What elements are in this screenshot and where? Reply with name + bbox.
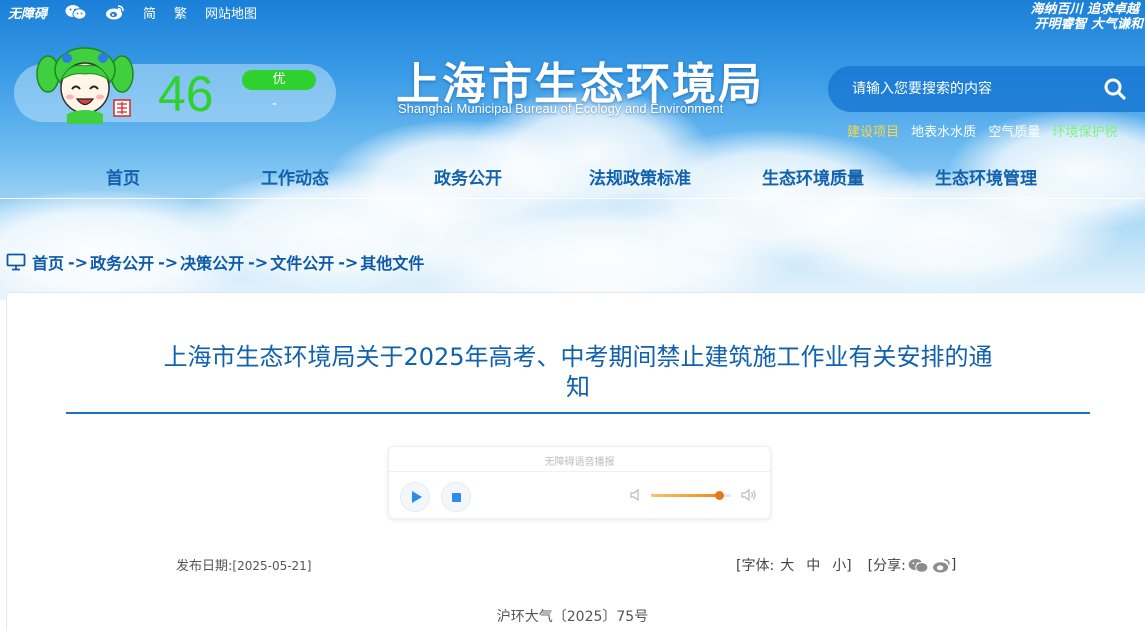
breadcrumb-document-disclosure[interactable]: 文件公开 xyxy=(270,250,334,274)
slogan-line-1: 海纳百川 追求卓越 xyxy=(1030,2,1139,17)
breadcrumb-government-affairs[interactable]: 政务公开 xyxy=(90,250,154,274)
volume-fill xyxy=(651,494,719,497)
sitemap-link[interactable]: 网站地图 xyxy=(205,3,257,22)
font-size-label: [字体: xyxy=(736,558,775,574)
publish-date-label: 发布日期: xyxy=(176,559,233,574)
breadcrumb-home[interactable]: 首页 xyxy=(32,250,64,274)
simplified-chinese-link[interactable]: 简 xyxy=(143,3,156,22)
share-close: ] xyxy=(950,557,957,573)
aqi-value: 46 xyxy=(158,66,214,122)
site-subtitle: Shanghai Municipal Bureau of Ecology and… xyxy=(398,101,724,116)
font-size-large[interactable]: 大 xyxy=(780,555,794,575)
article-title-line-1: 上海市生态环境局关于2025年高考、中考期间禁止建筑施工作业有关安排的通 xyxy=(163,343,993,371)
font-size-medium[interactable]: 中 xyxy=(806,555,820,575)
quick-links: 建设项目 地表水水质 空气质量 环境保护税 xyxy=(847,121,1125,140)
nav-work-news[interactable]: 工作动态 xyxy=(261,164,329,189)
nav-environment-quality[interactable]: 生态环境质量 xyxy=(762,164,864,189)
share-wechat-icon[interactable] xyxy=(908,558,929,573)
article-title-line-2: 知 xyxy=(566,373,590,401)
search-box xyxy=(828,66,1145,112)
publish-date: 发布日期:[2025-05-21] xyxy=(176,555,312,574)
monitor-icon xyxy=(6,253,26,271)
slogan-line-2: 开明睿智 大气谦和 xyxy=(1034,17,1143,32)
nav-government-affairs[interactable]: 政务公开 xyxy=(434,164,502,189)
search-icon[interactable] xyxy=(1103,77,1127,101)
breadcrumb-separator: -> xyxy=(248,252,269,272)
article-tools: [字体: 大 中 小] [分享: ] xyxy=(736,555,956,575)
aqi-level-badge: 优 xyxy=(242,70,316,90)
aqi-pollutant: - xyxy=(272,96,278,112)
volume-handle[interactable] xyxy=(714,491,724,500)
play-button[interactable] xyxy=(400,482,430,512)
breadcrumb: 首页 -> 政务公开 -> 决策公开 -> 文件公开 -> 其他文件 xyxy=(6,250,424,274)
mascot-icon xyxy=(36,47,134,124)
breadcrumb-separator: -> xyxy=(338,252,359,272)
breadcrumb-decision-disclosure[interactable]: 决策公开 xyxy=(180,250,244,274)
weibo-icon[interactable] xyxy=(105,4,125,20)
city-slogan: 海纳百川 追求卓越 开明睿智 大气谦和 xyxy=(899,2,1143,32)
player-label: 无障碍语音播报 xyxy=(544,457,615,468)
traditional-chinese-link[interactable]: 繁 xyxy=(174,3,187,22)
volume-high-icon[interactable] xyxy=(741,488,757,502)
volume-low-icon[interactable] xyxy=(629,488,645,502)
nav-regulations-policies[interactable]: 法规政策标准 xyxy=(589,164,691,189)
font-size-small[interactable]: 小] xyxy=(832,555,851,575)
quicklink-air-quality[interactable]: 空气质量 xyxy=(988,125,1040,140)
quicklink-construction-projects[interactable]: 建设项目 xyxy=(847,125,899,140)
nav-divider xyxy=(0,198,1145,199)
wechat-icon[interactable] xyxy=(65,4,87,20)
nav-home[interactable]: 首页 xyxy=(106,164,140,189)
search-input[interactable] xyxy=(852,81,1082,97)
share-weibo-icon[interactable] xyxy=(932,558,951,573)
article-title: 上海市生态环境局关于2025年高考、中考期间禁止建筑施工作业有关安排的通 知 xyxy=(120,342,1036,402)
quicklink-surface-water-quality[interactable]: 地表水水质 xyxy=(911,125,976,140)
nav-environment-management[interactable]: 生态环境管理 xyxy=(935,164,1037,189)
player-divider xyxy=(389,471,770,472)
stop-button[interactable] xyxy=(441,482,471,512)
breadcrumb-separator: -> xyxy=(158,252,179,272)
share-label: [分享: xyxy=(867,558,906,574)
volume-slider[interactable] xyxy=(651,491,731,500)
publish-date-value: [2025-05-21] xyxy=(232,559,312,573)
document-number: 沪环大气〔2025〕75号 xyxy=(496,609,649,625)
quicklink-environmental-tax[interactable]: 环境保护税 xyxy=(1052,125,1117,140)
breadcrumb-separator: -> xyxy=(68,252,89,272)
breadcrumb-other-documents[interactable]: 其他文件 xyxy=(360,250,424,274)
accessibility-link[interactable]: 无障碍 xyxy=(8,3,47,22)
audio-player: 无障碍语音播报 xyxy=(388,446,771,519)
main-nav: 首页 工作动态 政务公开 法规政策标准 生态环境质量 生态环境管理 xyxy=(0,164,1145,196)
title-divider xyxy=(66,412,1090,414)
